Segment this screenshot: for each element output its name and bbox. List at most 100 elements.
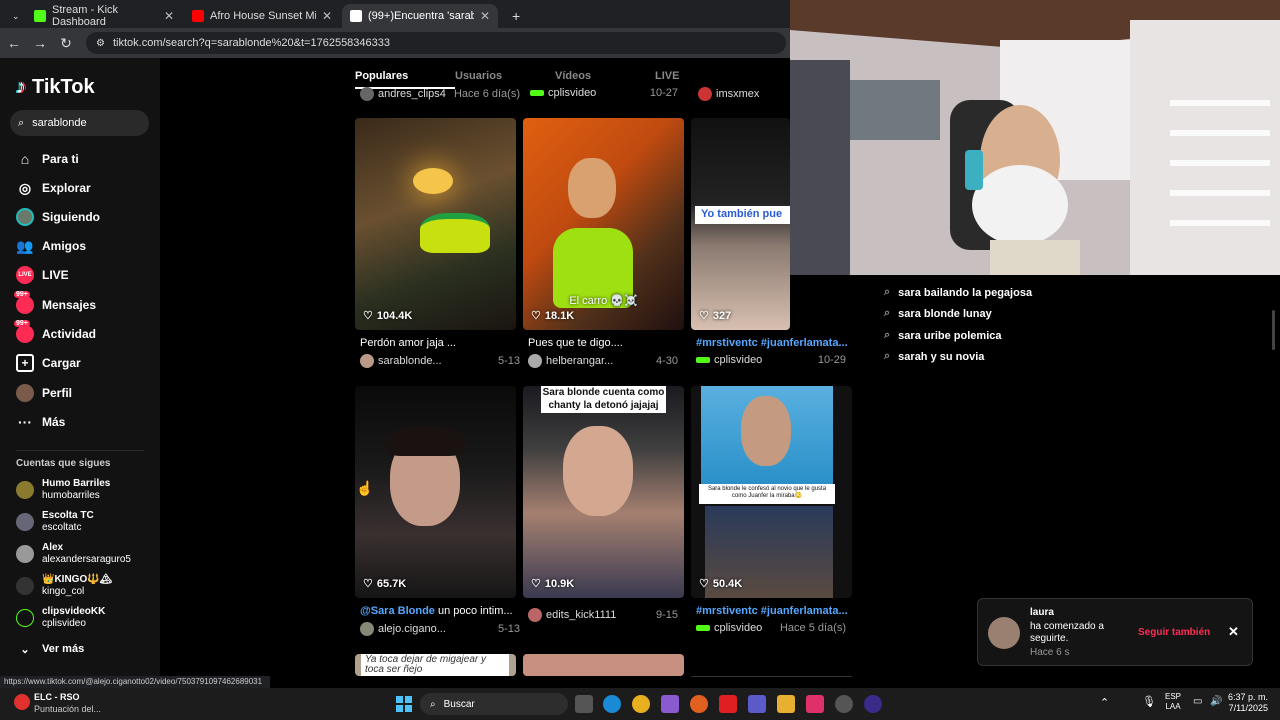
- nav-perfil[interactable]: Perfil: [16, 384, 72, 402]
- video-card[interactable]: El carro 💀☠️ ♡ 18.1K: [523, 118, 684, 330]
- caption-mention[interactable]: @Sara Blonde: [360, 605, 435, 617]
- video-meta[interactable]: sarablonde... 5-13: [360, 354, 520, 368]
- tab-list-button[interactable]: ⌄: [4, 4, 24, 28]
- following-account[interactable]: clipsvideoKK cplisvideo: [16, 606, 105, 630]
- microphone-icon[interactable]: 🎙: [1142, 695, 1156, 708]
- video-meta[interactable]: imsxmex: [698, 87, 788, 101]
- close-tab-icon[interactable]: ✕: [164, 9, 174, 23]
- tiktok-logo[interactable]: ♪ TikTok: [16, 76, 95, 99]
- following-account[interactable]: Alex alexandersaraguro5: [16, 542, 131, 566]
- video-card[interactable]: Yo también pue ♡ 327: [691, 118, 790, 330]
- video-user: alejo.cigano...: [378, 623, 446, 635]
- video-meta[interactable]: andres_clips4 Hace 6 día(s): [360, 87, 520, 101]
- video-meta[interactable]: cplisvideo 10-29: [696, 354, 846, 366]
- tiktok-app-icon[interactable]: [806, 695, 824, 713]
- steam-icon[interactable]: [835, 695, 853, 713]
- clock[interactable]: 6:37 p. m. 7/11/2025: [1226, 692, 1268, 714]
- search-suggestion[interactable]: ⌕ sarah y su novia: [884, 350, 984, 363]
- youtube-icon[interactable]: [719, 695, 737, 713]
- teams-icon[interactable]: [748, 695, 766, 713]
- notification-text: ha comenzado a seguirte.: [1030, 621, 1104, 644]
- video-card[interactable]: Ya toca dejar de migajear y toca ser ñej…: [355, 654, 516, 676]
- following-account[interactable]: Humo Barriles humobarriles: [16, 478, 110, 502]
- video-date: 5-13: [497, 623, 520, 635]
- profile-icon: [16, 384, 34, 402]
- video-meta[interactable]: cplisvideo Hace 5 día(s): [696, 622, 846, 634]
- nav-siguiendo[interactable]: Siguiendo: [16, 208, 100, 226]
- new-tab-button[interactable]: +: [504, 4, 524, 28]
- account-name: 👑KINGO🔱🏔: [42, 574, 113, 585]
- nav-mensajes[interactable]: 99+ Mensajes: [14, 291, 96, 314]
- video-meta[interactable]: helberangar... 4-30: [528, 354, 678, 368]
- video-card[interactable]: [523, 654, 684, 676]
- site-info-icon[interactable]: ⚙: [96, 38, 105, 49]
- face: [568, 158, 616, 218]
- notification-time: Hace 6 s: [1030, 647, 1070, 658]
- tab-youtube[interactable]: Afro House Sunset Mix 2025 | N ✕: [184, 4, 340, 28]
- network-icon[interactable]: ▭: [1193, 696, 1202, 707]
- follow-back-button[interactable]: Seguir también: [1138, 627, 1210, 638]
- nav-para-ti[interactable]: ⌂ Para ti: [16, 150, 79, 168]
- search-suggestion[interactable]: ⌕ sara uribe polemica: [884, 329, 1002, 342]
- video-card[interactable]: [691, 676, 852, 677]
- nav-actividad[interactable]: 99+ Actividad: [14, 320, 96, 343]
- video-card[interactable]: Sara blonde cuenta como chanty la detonó…: [523, 386, 684, 598]
- nav-cargar[interactable]: + Cargar: [16, 354, 81, 372]
- search-icon: ⌕: [884, 350, 891, 362]
- home-icon: ⌂: [20, 151, 30, 167]
- forward-icon[interactable]: →: [28, 35, 52, 51]
- video-date: 10-29: [817, 354, 846, 366]
- obs-icon[interactable]: [864, 695, 882, 713]
- upload-icon: +: [16, 354, 34, 372]
- scrollbar[interactable]: [1272, 310, 1275, 350]
- tab-tiktok[interactable]: (99+)Encuentra 'sarablonde' e ✕: [342, 4, 498, 28]
- windows-start-icon[interactable]: [396, 696, 412, 712]
- avatar: [696, 357, 710, 363]
- chevron-up-icon[interactable]: ⌃: [1100, 696, 1109, 709]
- tab-kick-dashboard[interactable]: Stream - Kick Dashboard ✕: [26, 4, 182, 28]
- search-suggestion[interactable]: ⌕ sara bailando la pegajosa: [884, 286, 1032, 299]
- search-suggestion[interactable]: ⌕ sara blonde lunay: [884, 307, 992, 320]
- close-tab-icon[interactable]: ✕: [480, 9, 490, 23]
- close-icon[interactable]: ✕: [1228, 624, 1239, 640]
- taskbar-search[interactable]: ⌕ Buscar: [420, 693, 568, 715]
- address-bar[interactable]: ⚙ tiktok.com/search?q=sarablonde%20&t=17…: [86, 32, 786, 54]
- see-more-button[interactable]: ⌄ Ver más: [16, 640, 84, 658]
- nav-amigos[interactable]: 👥 Amigos: [16, 237, 86, 255]
- task-view-icon[interactable]: [575, 695, 593, 713]
- close-tab-icon[interactable]: ✕: [322, 9, 332, 23]
- file-explorer-icon[interactable]: [777, 695, 795, 713]
- video-caption[interactable]: @Sara Blonde un poco intim...: [360, 605, 520, 617]
- video-card[interactable]: Sara blonde le confesó al novio que le g…: [691, 386, 852, 598]
- video-caption[interactable]: #mrstiventc #juanferlamata...: [696, 605, 850, 617]
- video-caption[interactable]: Pues que te digo....: [528, 337, 688, 349]
- back-icon[interactable]: ←: [2, 35, 26, 51]
- reload-icon[interactable]: ↻: [54, 35, 78, 52]
- search-input[interactable]: ⌕ sarablonde: [10, 110, 149, 136]
- chrome-icon[interactable]: [632, 695, 650, 713]
- edge-icon[interactable]: [603, 695, 621, 713]
- copilot-icon[interactable]: [661, 695, 679, 713]
- youtube-icon: [192, 10, 204, 22]
- video-meta[interactable]: edits_kick1111 9-15: [528, 608, 678, 622]
- following-account[interactable]: 👑KINGO🔱🏔 kingo_col: [16, 574, 112, 598]
- volume-icon[interactable]: 🔊: [1210, 696, 1222, 707]
- video-caption[interactable]: Perdón amor jaja ...: [360, 337, 520, 349]
- video-meta[interactable]: cplisvideo 10-27: [530, 87, 678, 99]
- nav-live[interactable]: LIVE LIVE: [16, 266, 69, 284]
- language-indicator[interactable]: ESP LAA: [1165, 692, 1181, 712]
- nav-explorar[interactable]: ◎ Explorar: [16, 179, 91, 197]
- video-card[interactable]: ♡ 65.7K: [355, 386, 516, 598]
- following-account[interactable]: Escolta TC escoltatc: [16, 510, 94, 534]
- weather-widget-icon[interactable]: [14, 694, 30, 710]
- account-handle: cplisvideo: [42, 618, 86, 629]
- video-card[interactable]: ♡ 104.4K: [355, 118, 516, 330]
- firefox-icon[interactable]: [690, 695, 708, 713]
- widget-title[interactable]: ELC - RSO: [34, 692, 80, 702]
- video-user: imsxmex: [716, 88, 760, 100]
- nav-mas[interactable]: ··· Más: [16, 413, 65, 431]
- tiktok-sidebar: ♪ TikTok ⌕ sarablonde ⌂ Para ti ◎ Explorar…: [0, 58, 160, 678]
- video-caption[interactable]: #mrstiventc #juanferlamata...: [696, 337, 850, 349]
- green-cap: [420, 213, 490, 253]
- video-meta[interactable]: alejo.cigano... 5-13: [360, 622, 520, 636]
